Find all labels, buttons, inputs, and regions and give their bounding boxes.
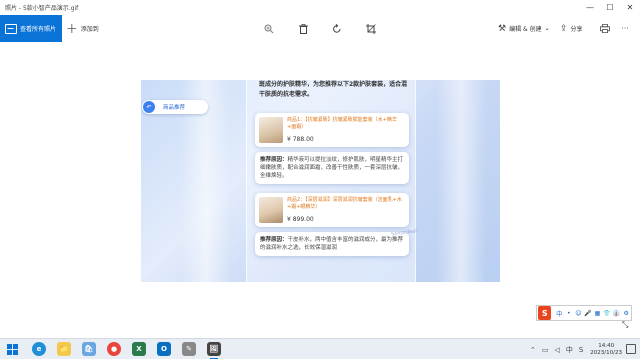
product-recommend-pill: ↶ 商品推荐	[142, 100, 208, 114]
chevron-down-icon: ⌄	[544, 25, 550, 32]
share-label: 分享	[570, 26, 583, 33]
ime-chinese-mode[interactable]: 中	[554, 309, 564, 318]
maximize-button[interactable]: ☐	[600, 0, 620, 15]
ime-emoji-icon[interactable]: ☺	[574, 310, 584, 317]
photo-viewer: ↶ 商品推荐 斑成分的护肤精华，为您推荐以下2款护肤套装，适合混干肤质的抗老需求…	[0, 42, 640, 338]
clock-time: 14:40	[598, 342, 615, 349]
ime-keyboard-icon[interactable]: ▦	[593, 310, 603, 317]
close-button[interactable]: ✕	[620, 0, 640, 15]
system-tray: ⌃ ▭ ◁ 中 S 14:40 2023/10/23	[527, 339, 622, 359]
reason-label: 推荐原因：	[260, 237, 288, 243]
ime-settings-icon[interactable]: ⚙	[621, 310, 631, 317]
edit-create-label: 编辑 & 创建	[509, 26, 542, 33]
back-arrow-icon: ↶	[143, 101, 155, 113]
taskbar: e 📁 🛍 ● X O ✎ 🖼 ⌃ ▭ ◁ 中 S 14:40 2023/10/…	[0, 338, 640, 359]
outlook-icon[interactable]: O	[157, 342, 171, 356]
print-icon[interactable]	[598, 15, 612, 42]
pen-app-icon[interactable]: ✎	[182, 342, 196, 356]
edge-browser-icon[interactable]: e	[32, 342, 46, 356]
volume-icon[interactable]: ◁	[554, 346, 559, 354]
ime-punctuation-icon[interactable]: •	[564, 310, 574, 317]
photos-app-icon[interactable]: 🖼	[207, 342, 221, 359]
product-thumbnail	[259, 117, 283, 143]
product-price: ¥ 788.00	[287, 136, 314, 143]
zoom-icon[interactable]	[262, 15, 276, 42]
view-all-photos-button[interactable]: 查看所有照片	[0, 15, 62, 42]
ime-s-icon[interactable]: S	[579, 346, 583, 354]
notification-icon[interactable]	[626, 344, 636, 354]
photo-icon	[5, 23, 17, 34]
edit-create-button[interactable]: ⚒ 编辑 & 创建 ⌄	[498, 15, 550, 42]
network-icon[interactable]: ▭	[542, 346, 549, 354]
minimize-button[interactable]: —	[580, 0, 600, 15]
share-button[interactable]: ⇪ 分享	[560, 15, 583, 42]
sogou-logo-icon[interactable]: S	[538, 306, 552, 320]
ime-language-indicator[interactable]: 中	[566, 345, 573, 355]
add-to-button[interactable]: + 添加到	[66, 15, 99, 42]
fullscreen-icon[interactable]: ⤡	[622, 320, 628, 330]
light-stripe	[436, 80, 486, 282]
rotate-icon[interactable]	[330, 15, 344, 42]
title-bar: 照片 - 5款小智产品演示.gif — ☐ ✕	[0, 0, 640, 15]
add-to-label: 添加到	[80, 26, 99, 33]
plus-icon: +	[66, 20, 78, 37]
product-card: 商品1：【抗皱紧致】抗皱紧致赋能套装（水+精华+面霜） ¥ 788.00	[255, 113, 409, 147]
more-options-icon[interactable]: ···	[618, 15, 632, 42]
displayed-photo: ↶ 商品推荐 斑成分的护肤精华，为您推荐以下2款护肤套装，适合混干肤质的抗老需求…	[141, 80, 500, 282]
excel-icon[interactable]: X	[132, 342, 146, 356]
product-price: ¥ 899.00	[287, 216, 314, 223]
clock-date: 2023/10/23	[590, 349, 622, 356]
window-title: 照片 - 5款小智产品演示.gif	[5, 5, 79, 12]
ime-toolbar[interactable]: S 中 • ☺ 🎤 ▦ 👕 👔 ⚙	[536, 305, 632, 321]
store-icon[interactable]: 🛍	[82, 342, 96, 356]
ime-microphone-icon[interactable]: 🎤	[583, 310, 593, 317]
reason-card: 推荐原因：精华液可以提拉淡纹，修护肌肤，明星精华主打细嫩肤质，配合滋润面霜，改善…	[255, 152, 409, 184]
clock[interactable]: 14:40 2023/10/23	[590, 343, 622, 357]
intro-text: 斑成分的护肤精华，为您推荐以下2款护肤套装，适合混干肤质的抗老需求。	[259, 81, 408, 98]
ime-shirt-icon[interactable]: 👔	[612, 310, 622, 317]
delete-icon[interactable]	[296, 15, 310, 42]
edit-sparkle-icon: ⚒	[498, 23, 507, 34]
reason-card: 推荐原因：干皮补水，两中值含丰富的滋润成分，最为推荐的滋润补水之选，长效保湿滋润	[255, 232, 409, 256]
chrome-icon[interactable]: ●	[107, 342, 121, 356]
window-controls: — ☐ ✕	[580, 0, 640, 15]
reason-label: 推荐原因：	[260, 157, 288, 163]
crop-icon[interactable]	[364, 15, 378, 42]
pill-label: 商品推荐	[163, 105, 186, 111]
ime-skin-icon[interactable]: 👕	[602, 310, 612, 317]
share-icon: ⇪	[560, 23, 568, 34]
chevron-up-icon[interactable]: ⌃	[530, 346, 536, 354]
photos-toolbar: 查看所有照片 + 添加到 ⚒ 编辑 & 创建 ⌄ ⇪ 分享 ···	[0, 15, 640, 42]
windows-start-icon[interactable]	[7, 344, 18, 355]
product-card: 商品2：【深层滋润】深层滋润抗皱套装（洁面乳+水+霜+眼精华） ¥ 899.00	[255, 193, 409, 227]
product-name: 商品1：【抗皱紧致】抗皱紧致赋能套装（水+精华+面霜）	[287, 117, 397, 130]
product-thumbnail	[259, 197, 283, 223]
file-explorer-icon[interactable]: 📁	[57, 342, 71, 356]
product-name: 商品2：【深层滋润】深层滋润抗皱套装（洁面乳+水+霜+眼精华）	[287, 197, 402, 210]
view-all-label: 查看所有照片	[20, 26, 57, 33]
